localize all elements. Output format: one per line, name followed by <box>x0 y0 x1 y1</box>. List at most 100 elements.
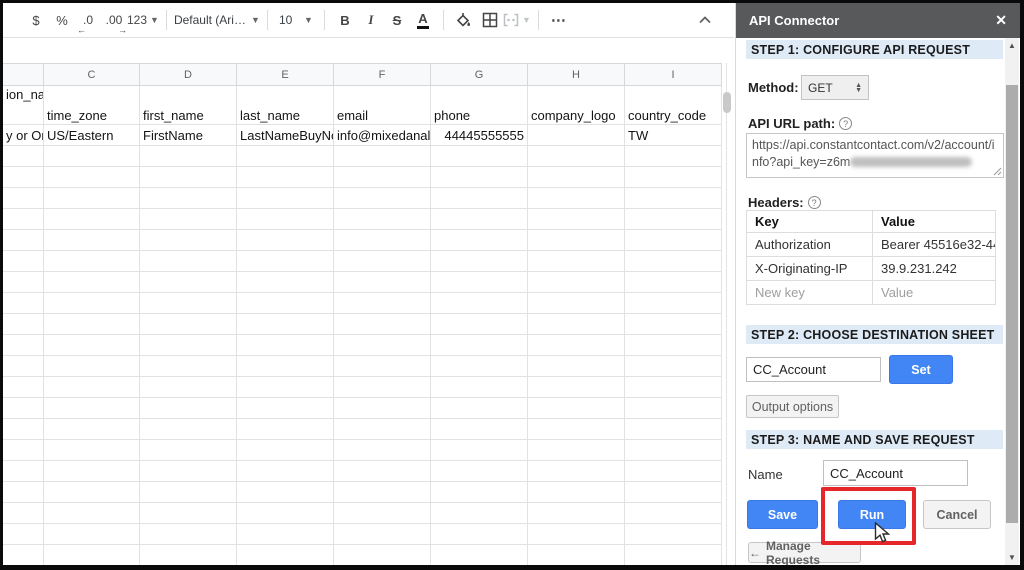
fill-color-icon[interactable] <box>451 7 477 33</box>
cell[interactable] <box>237 314 334 335</box>
cell[interactable] <box>44 503 140 524</box>
column-header-E[interactable]: E <box>237 63 334 86</box>
cell[interactable]: time_zone <box>44 86 140 125</box>
cell[interactable] <box>431 209 528 230</box>
cell[interactable] <box>3 503 44 524</box>
cell[interactable] <box>625 524 722 545</box>
cell[interactable] <box>334 377 431 398</box>
save-button[interactable]: Save <box>747 500 818 529</box>
cell[interactable] <box>431 230 528 251</box>
cell[interactable] <box>237 419 334 440</box>
cell[interactable] <box>334 335 431 356</box>
api-url-textarea[interactable]: https://api.constantcontact.com/v2/accou… <box>746 133 1004 178</box>
cell[interactable] <box>625 398 722 419</box>
cell[interactable] <box>528 188 625 209</box>
cell[interactable] <box>625 272 722 293</box>
cell[interactable] <box>528 167 625 188</box>
cell[interactable] <box>237 545 334 565</box>
cell[interactable] <box>3 146 44 167</box>
cell[interactable] <box>625 440 722 461</box>
column-header-C[interactable]: C <box>44 63 140 86</box>
manage-requests-button[interactable]: ← Manage Requests <box>748 539 861 565</box>
cell[interactable] <box>237 146 334 167</box>
cell[interactable] <box>625 314 722 335</box>
cell[interactable] <box>237 524 334 545</box>
cell[interactable] <box>44 524 140 545</box>
cell[interactable] <box>44 251 140 272</box>
cell[interactable] <box>140 377 237 398</box>
cell[interactable] <box>528 524 625 545</box>
cell[interactable] <box>528 125 625 146</box>
cell[interactable]: LastNameBuyNo <box>237 125 334 146</box>
cell[interactable] <box>334 314 431 335</box>
cell[interactable] <box>44 398 140 419</box>
strikethrough-icon[interactable]: S <box>384 7 410 33</box>
cell[interactable] <box>140 293 237 314</box>
cell[interactable] <box>334 440 431 461</box>
cell[interactable] <box>237 335 334 356</box>
cell[interactable] <box>334 419 431 440</box>
cell[interactable] <box>334 251 431 272</box>
cell[interactable] <box>625 209 722 230</box>
cell[interactable] <box>528 461 625 482</box>
cell[interactable] <box>528 146 625 167</box>
cell[interactable] <box>334 524 431 545</box>
cell[interactable] <box>334 230 431 251</box>
cell[interactable] <box>334 188 431 209</box>
cell[interactable] <box>3 482 44 503</box>
cell[interactable] <box>44 167 140 188</box>
cell[interactable] <box>3 335 44 356</box>
cell[interactable]: info@mixedanaly <box>334 125 431 146</box>
cell[interactable] <box>334 356 431 377</box>
cell[interactable] <box>3 377 44 398</box>
header-value-cell[interactable]: 39.9.231.242 <box>871 257 995 280</box>
scroll-up-icon[interactable]: ▲ <box>1005 41 1019 50</box>
cell[interactable] <box>44 482 140 503</box>
cell[interactable] <box>3 272 44 293</box>
currency-format-icon[interactable]: $ <box>23 7 49 33</box>
cell[interactable] <box>431 356 528 377</box>
cell[interactable] <box>140 419 237 440</box>
cell[interactable] <box>44 146 140 167</box>
cell[interactable] <box>140 440 237 461</box>
cell[interactable] <box>431 293 528 314</box>
cell[interactable] <box>625 230 722 251</box>
column-header[interactable] <box>3 63 44 86</box>
cell[interactable] <box>44 335 140 356</box>
cell[interactable] <box>140 524 237 545</box>
cell[interactable] <box>140 398 237 419</box>
cell[interactable] <box>140 545 237 565</box>
cell[interactable] <box>625 293 722 314</box>
cell[interactable] <box>140 461 237 482</box>
cell[interactable]: y or Org <box>3 125 44 146</box>
cell[interactable] <box>3 524 44 545</box>
cell[interactable] <box>431 503 528 524</box>
cell[interactable]: company_logo <box>528 86 625 125</box>
output-options-button[interactable]: Output options <box>746 395 839 418</box>
cell[interactable] <box>431 419 528 440</box>
cell[interactable] <box>140 314 237 335</box>
cell[interactable] <box>3 461 44 482</box>
help-icon[interactable]: ? <box>807 196 821 209</box>
cell[interactable] <box>3 293 44 314</box>
cell[interactable] <box>44 440 140 461</box>
method-select[interactable]: GET ▲ ▼ <box>801 75 869 100</box>
cell[interactable] <box>44 419 140 440</box>
cell[interactable] <box>528 398 625 419</box>
more-options-icon[interactable]: ⋯ <box>546 7 572 33</box>
cell[interactable] <box>334 272 431 293</box>
cell[interactable] <box>237 293 334 314</box>
cell[interactable] <box>625 335 722 356</box>
cell[interactable] <box>44 377 140 398</box>
cell[interactable] <box>44 314 140 335</box>
cell[interactable] <box>140 356 237 377</box>
font-family-select[interactable]: Default (Ari… ▼ <box>174 7 260 33</box>
cell[interactable] <box>431 272 528 293</box>
cell[interactable] <box>431 461 528 482</box>
cell[interactable] <box>3 314 44 335</box>
cell[interactable] <box>237 461 334 482</box>
scroll-down-icon[interactable]: ▼ <box>1005 553 1019 562</box>
cell[interactable] <box>334 482 431 503</box>
cell[interactable] <box>528 419 625 440</box>
text-color-icon[interactable]: A <box>410 7 436 33</box>
